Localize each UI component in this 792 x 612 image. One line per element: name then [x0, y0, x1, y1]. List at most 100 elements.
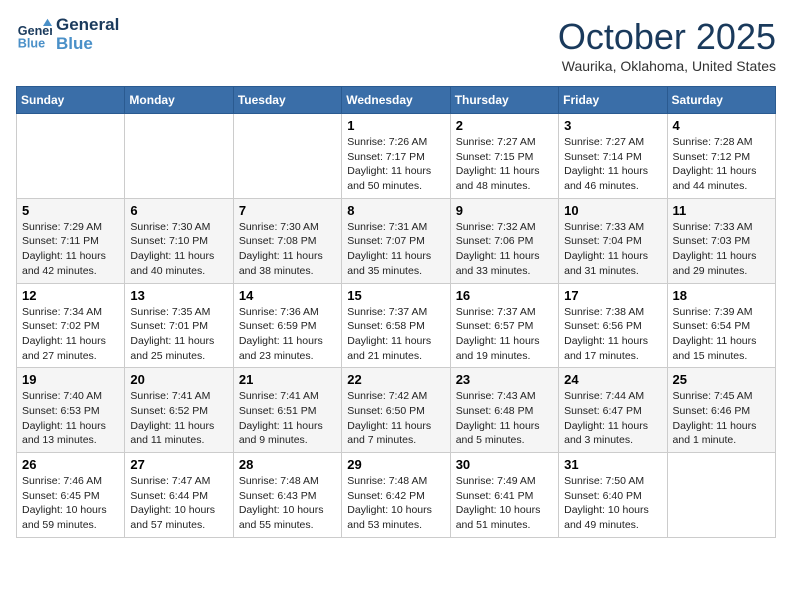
calendar-cell — [233, 114, 341, 199]
calendar-cell: 11 Sunrise: 7:33 AMSunset: 7:03 PMDayligh… — [667, 198, 775, 283]
location-subtitle: Waurika, Oklahoma, United States — [558, 58, 776, 74]
weekday-header: Tuesday — [233, 87, 341, 114]
day-number: 10 — [564, 203, 661, 218]
day-number: 1 — [347, 118, 444, 133]
calendar-cell: 20 Sunrise: 7:41 AMSunset: 6:52 PMDayligh… — [125, 368, 233, 453]
calendar-cell: 6 Sunrise: 7:30 AMSunset: 7:10 PMDaylight… — [125, 198, 233, 283]
calendar-cell — [17, 114, 125, 199]
day-number: 8 — [347, 203, 444, 218]
calendar-cell: 18 Sunrise: 7:39 AMSunset: 6:54 PMDayligh… — [667, 283, 775, 368]
day-info: Sunrise: 7:41 AMSunset: 6:51 PMDaylight:… — [239, 389, 336, 448]
calendar-cell: 21 Sunrise: 7:41 AMSunset: 6:51 PMDayligh… — [233, 368, 341, 453]
logo-text-line1: General — [56, 16, 119, 35]
page-header: General Blue General Blue October 2025 W… — [16, 16, 776, 74]
calendar-cell: 3Sunrise: 7:27 AMSunset: 7:14 PMDaylight… — [559, 114, 667, 199]
calendar-week-row: 26Sunrise: 7:46 AMSunset: 6:45 PMDayligh… — [17, 453, 776, 538]
day-info: Sunrise: 7:32 AMSunset: 7:06 PMDaylight:… — [456, 220, 553, 279]
day-number: 5 — [22, 203, 119, 218]
day-number: 3 — [564, 118, 661, 133]
weekday-header: Wednesday — [342, 87, 450, 114]
day-info: Sunrise: 7:34 AMSunset: 7:02 PMDaylight:… — [22, 305, 119, 364]
title-block: October 2025 Waurika, Oklahoma, United S… — [558, 16, 776, 74]
day-info: Sunrise: 7:49 AMSunset: 6:41 PMDaylight:… — [456, 474, 553, 533]
weekday-header: Sunday — [17, 87, 125, 114]
calendar-cell: 29 Sunrise: 7:48 AMSunset: 6:42 PMDayligh… — [342, 453, 450, 538]
day-number: 16 — [456, 288, 553, 303]
svg-text:Blue: Blue — [18, 36, 45, 50]
day-number: 22 — [347, 372, 444, 387]
day-info: Sunrise: 7:46 AMSunset: 6:45 PMDaylight:… — [22, 474, 119, 533]
day-number: 27 — [130, 457, 227, 472]
calendar-cell: 26Sunrise: 7:46 AMSunset: 6:45 PMDayligh… — [17, 453, 125, 538]
day-number: 25 — [673, 372, 770, 387]
day-number: 4 — [673, 118, 770, 133]
calendar-cell: 28Sunrise: 7:48 AMSunset: 6:43 PMDayligh… — [233, 453, 341, 538]
calendar-cell: 19 Sunrise: 7:40 AMSunset: 6:53 PMDayligh… — [17, 368, 125, 453]
calendar-week-row: 5Sunrise: 7:29 AMSunset: 7:11 PMDaylight… — [17, 198, 776, 283]
weekday-header: Saturday — [667, 87, 775, 114]
logo-text-line2: Blue — [56, 35, 119, 54]
day-info: Sunrise: 7:45 AMSunset: 6:46 PMDaylight:… — [673, 389, 770, 448]
day-number: 9 — [456, 203, 553, 218]
day-number: 31 — [564, 457, 661, 472]
calendar-cell: 17Sunrise: 7:38 AMSunset: 6:56 PMDayligh… — [559, 283, 667, 368]
day-info: Sunrise: 7:37 AMSunset: 6:58 PMDaylight:… — [347, 305, 444, 364]
day-info: Sunrise: 7:35 AMSunset: 7:01 PMDaylight:… — [130, 305, 227, 364]
calendar-week-row: 19 Sunrise: 7:40 AMSunset: 6:53 PMDayligh… — [17, 368, 776, 453]
day-info: Sunrise: 7:38 AMSunset: 6:56 PMDaylight:… — [564, 305, 661, 364]
day-info: Sunrise: 7:42 AMSunset: 6:50 PMDaylight:… — [347, 389, 444, 448]
day-number: 23 — [456, 372, 553, 387]
day-info: Sunrise: 7:31 AMSunset: 7:07 PMDaylight:… — [347, 220, 444, 279]
calendar-cell: 10 Sunrise: 7:33 AMSunset: 7:04 PMDayligh… — [559, 198, 667, 283]
calendar-cell: 31 Sunrise: 7:50 AMSunset: 6:40 PMDayligh… — [559, 453, 667, 538]
calendar-table: SundayMondayTuesdayWednesdayThursdayFrid… — [16, 86, 776, 538]
day-info: Sunrise: 7:33 AMSunset: 7:03 PMDaylight:… — [673, 220, 770, 279]
day-number: 19 — [22, 372, 119, 387]
logo-icon: General Blue — [16, 17, 52, 53]
calendar-cell: 5Sunrise: 7:29 AMSunset: 7:11 PMDaylight… — [17, 198, 125, 283]
day-number: 20 — [130, 372, 227, 387]
day-number: 24 — [564, 372, 661, 387]
calendar-cell: 30Sunrise: 7:49 AMSunset: 6:41 PMDayligh… — [450, 453, 558, 538]
day-number: 21 — [239, 372, 336, 387]
logo: General Blue General Blue — [16, 16, 119, 53]
day-number: 15 — [347, 288, 444, 303]
day-number: 12 — [22, 288, 119, 303]
day-info: Sunrise: 7:30 AMSunset: 7:10 PMDaylight:… — [130, 220, 227, 279]
calendar-cell: 14 Sunrise: 7:36 AMSunset: 6:59 PMDayligh… — [233, 283, 341, 368]
calendar-cell: 1Sunrise: 7:26 AMSunset: 7:17 PMDaylight… — [342, 114, 450, 199]
day-info: Sunrise: 7:40 AMSunset: 6:53 PMDaylight:… — [22, 389, 119, 448]
day-info: Sunrise: 7:44 AMSunset: 6:47 PMDaylight:… — [564, 389, 661, 448]
day-info: Sunrise: 7:36 AMSunset: 6:59 PMDaylight:… — [239, 305, 336, 364]
day-number: 29 — [347, 457, 444, 472]
day-info: Sunrise: 7:39 AMSunset: 6:54 PMDaylight:… — [673, 305, 770, 364]
day-info: Sunrise: 7:27 AMSunset: 7:15 PMDaylight:… — [456, 135, 553, 194]
calendar-cell: 22 Sunrise: 7:42 AMSunset: 6:50 PMDayligh… — [342, 368, 450, 453]
day-number: 6 — [130, 203, 227, 218]
calendar-cell: 9 Sunrise: 7:32 AMSunset: 7:06 PMDaylight… — [450, 198, 558, 283]
calendar-cell: 27Sunrise: 7:47 AMSunset: 6:44 PMDayligh… — [125, 453, 233, 538]
calendar-cell: 25 Sunrise: 7:45 AMSunset: 6:46 PMDayligh… — [667, 368, 775, 453]
day-info: Sunrise: 7:48 AMSunset: 6:42 PMDaylight:… — [347, 474, 444, 533]
day-number: 13 — [130, 288, 227, 303]
day-number: 14 — [239, 288, 336, 303]
day-info: Sunrise: 7:41 AMSunset: 6:52 PMDaylight:… — [130, 389, 227, 448]
calendar-cell: 4 Sunrise: 7:28 AMSunset: 7:12 PMDaylight… — [667, 114, 775, 199]
calendar-cell: 13 Sunrise: 7:35 AMSunset: 7:01 PMDayligh… — [125, 283, 233, 368]
day-number: 11 — [673, 203, 770, 218]
day-info: Sunrise: 7:28 AMSunset: 7:12 PMDaylight:… — [673, 135, 770, 194]
day-number: 7 — [239, 203, 336, 218]
day-number: 18 — [673, 288, 770, 303]
day-number: 2 — [456, 118, 553, 133]
day-info: Sunrise: 7:30 AMSunset: 7:08 PMDaylight:… — [239, 220, 336, 279]
weekday-header: Thursday — [450, 87, 558, 114]
day-info: Sunrise: 7:50 AMSunset: 6:40 PMDaylight:… — [564, 474, 661, 533]
weekday-header: Friday — [559, 87, 667, 114]
weekday-header: Monday — [125, 87, 233, 114]
calendar-cell: 2 Sunrise: 7:27 AMSunset: 7:15 PMDaylight… — [450, 114, 558, 199]
calendar-cell: 16Sunrise: 7:37 AMSunset: 6:57 PMDayligh… — [450, 283, 558, 368]
day-info: Sunrise: 7:33 AMSunset: 7:04 PMDaylight:… — [564, 220, 661, 279]
calendar-week-row: 12 Sunrise: 7:34 AMSunset: 7:02 PMDayligh… — [17, 283, 776, 368]
day-info: Sunrise: 7:43 AMSunset: 6:48 PMDaylight:… — [456, 389, 553, 448]
calendar-cell: 24 Sunrise: 7:44 AMSunset: 6:47 PMDayligh… — [559, 368, 667, 453]
